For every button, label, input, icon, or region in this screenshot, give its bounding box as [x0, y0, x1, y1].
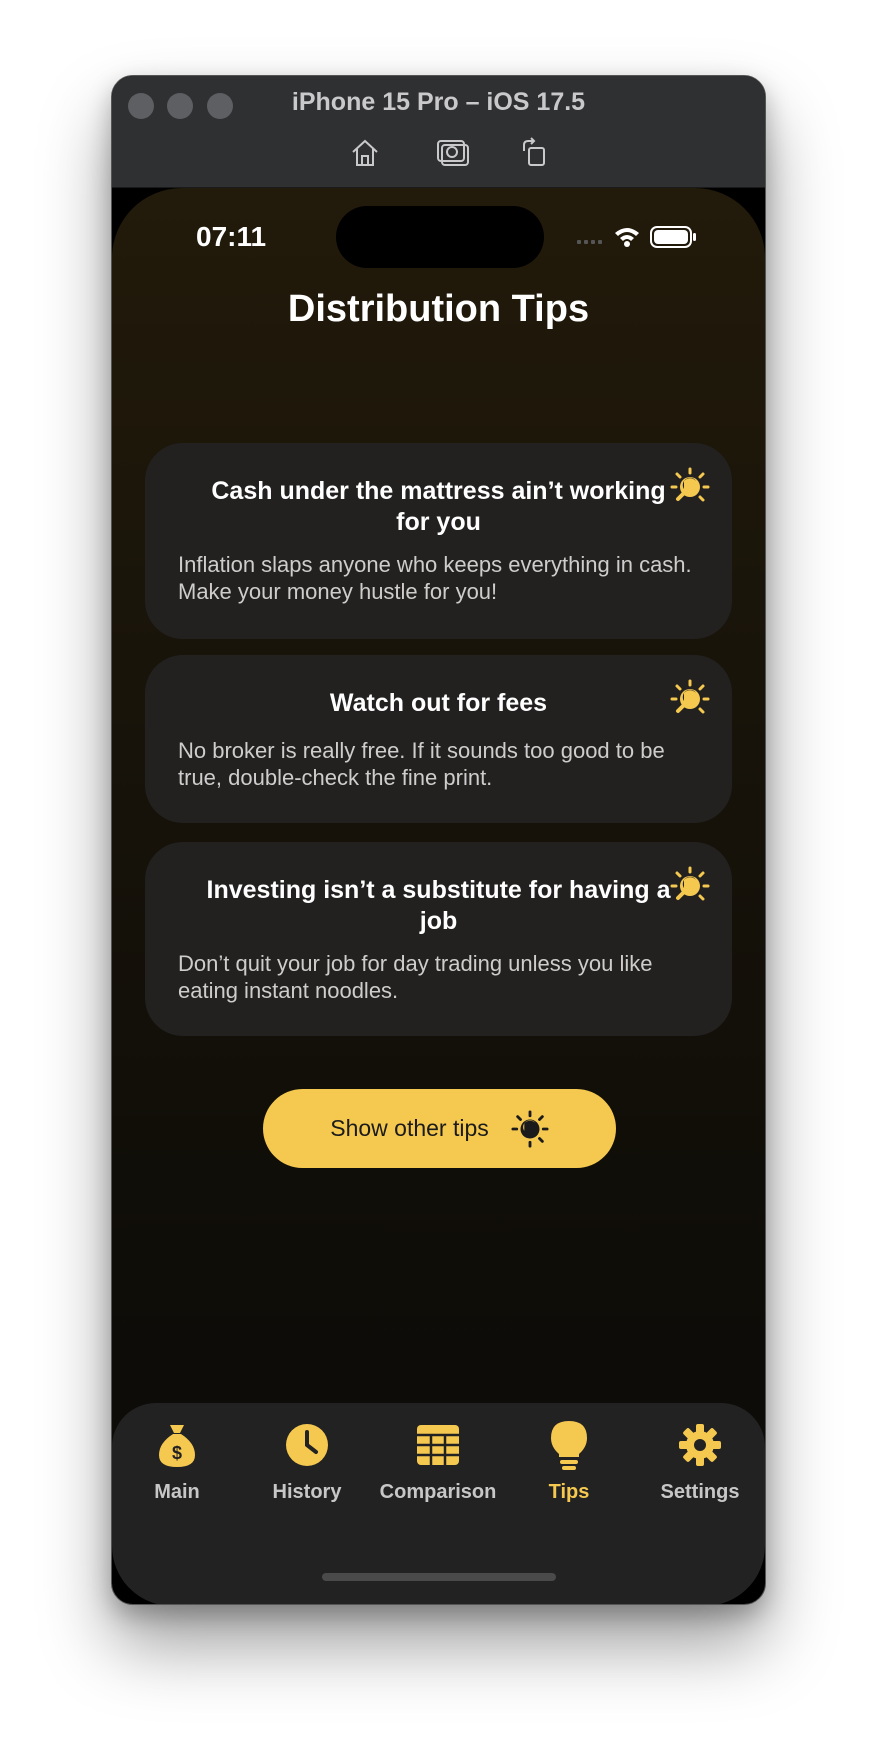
page-title: Distribution Tips — [287, 288, 590, 330]
tip-card: Investing isn’t a substitute for having … — [145, 842, 732, 1036]
tab-settings[interactable]: Settings — [635, 1421, 765, 1521]
tab-comparison[interactable]: Comparison — [373, 1421, 503, 1521]
tip-body: Don’t quit your job for day trading unle… — [178, 951, 653, 1003]
money-bag-icon: $ — [153, 1421, 201, 1469]
simulator-titlebar: iPhone 15 Pro – iOS 17.5 — [112, 76, 765, 188]
home-indicator[interactable] — [322, 1573, 556, 1581]
simulator-toolbar — [112, 133, 765, 173]
tab-label: Settings — [660, 1481, 740, 1503]
tip-card: Cash under the mattress ain’t working fo… — [145, 443, 732, 639]
battery-icon — [650, 226, 696, 248]
screenshot-icon[interactable] — [434, 133, 474, 173]
sun-bulb-icon — [511, 1109, 549, 1148]
tab-bar: $ Main History Comparison Tips Settings — [112, 1403, 765, 1604]
phone-screen: 07:11 Distribution Tips Cash under the m… — [112, 188, 765, 1604]
status-icons — [573, 224, 713, 248]
tip-body: Inflation slaps anyone who keeps everyth… — [178, 552, 692, 604]
svg-text:$: $ — [172, 1443, 182, 1463]
dynamic-island — [336, 206, 544, 268]
tab-label: Main — [154, 1481, 200, 1503]
show-other-tips-label: Show other tips — [330, 1115, 489, 1141]
tip-body: No broker is really free. If it sounds t… — [178, 738, 665, 790]
cellular-signal-icon — [577, 240, 602, 244]
simulator-window: iPhone 15 Pro – iOS 17.5 07:11 Distribut… — [111, 75, 766, 1605]
sun-bulb-icon — [670, 679, 710, 714]
tip-title: Cash under the mattress ain’t working fo… — [211, 477, 666, 536]
tab-label: Comparison — [379, 1481, 497, 1503]
rotate-icon[interactable] — [514, 133, 554, 173]
tab-history[interactable]: History — [242, 1421, 372, 1521]
home-icon[interactable] — [345, 133, 385, 173]
tip-title: Watch out for fees — [329, 689, 548, 717]
gear-icon — [676, 1421, 724, 1469]
tip-title: Investing isn’t a substitute for having … — [206, 876, 671, 935]
tab-tips[interactable]: Tips — [504, 1421, 634, 1521]
table-icon — [414, 1421, 462, 1469]
tab-label: Tips — [548, 1481, 590, 1503]
show-other-tips-button[interactable]: Show other tips — [263, 1089, 616, 1168]
tab-main[interactable]: $ Main — [112, 1421, 242, 1521]
tab-label: History — [272, 1481, 342, 1503]
tip-card: Watch out for fees No broker is really f… — [145, 655, 732, 823]
lightbulb-icon — [545, 1421, 593, 1470]
clock-icon — [283, 1421, 331, 1469]
simulator-title: iPhone 15 Pro – iOS 17.5 — [291, 88, 586, 116]
sun-bulb-icon — [670, 866, 710, 901]
wifi-icon — [615, 228, 639, 247]
status-time: 07:11 — [196, 221, 267, 252]
sun-bulb-icon — [670, 467, 710, 502]
